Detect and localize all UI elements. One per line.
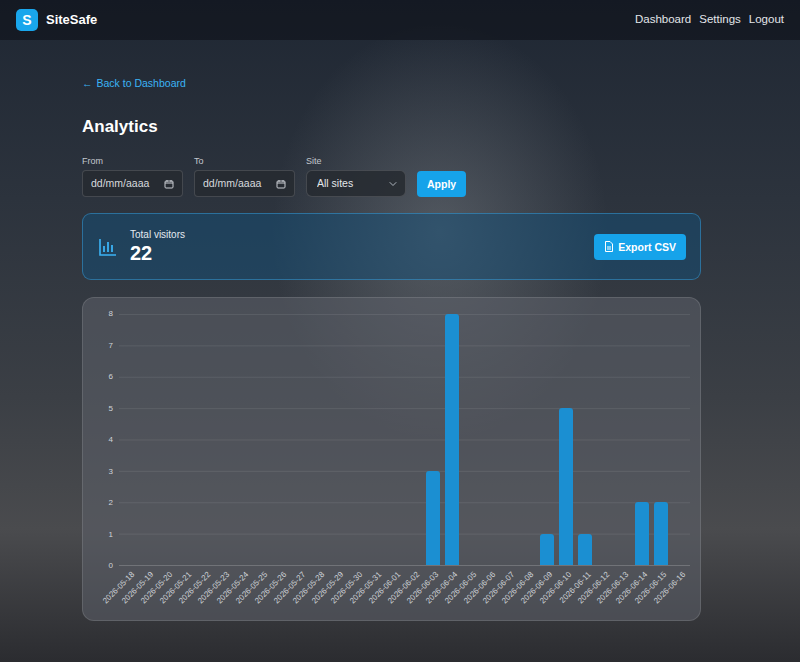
visitor-bar	[559, 408, 573, 565]
bar-slot	[538, 314, 557, 565]
filter-bar: From To Site All sites Apply	[82, 156, 701, 197]
bar-slot	[138, 314, 157, 565]
bar-slot	[500, 314, 519, 565]
calendar-icon[interactable]	[276, 179, 286, 189]
bar-slot	[633, 314, 652, 565]
bar-slot	[366, 314, 385, 565]
bar-slot	[595, 314, 614, 565]
visitor-bar	[635, 502, 649, 565]
logo-icon: S	[16, 9, 38, 31]
summary-value: 22	[130, 241, 185, 265]
y-axis: 0 1 2 3 4 5 6 7 8	[91, 308, 119, 572]
bar-slot	[290, 314, 309, 565]
y-tick: 5	[91, 403, 113, 415]
bar-slot	[557, 314, 576, 565]
from-label: From	[82, 156, 183, 167]
export-button[interactable]: Export CSV	[594, 234, 686, 260]
nav-link[interactable]: Logout	[749, 11, 784, 28]
bar-slot	[157, 314, 176, 565]
brand-name: SiteSafe	[46, 10, 97, 30]
y-tick: 3	[91, 466, 113, 478]
from-filter: From	[82, 156, 183, 197]
x-tick: 2026-06-16	[671, 566, 690, 610]
bar-slot	[576, 314, 595, 565]
bar-slot	[519, 314, 538, 565]
bar-slot	[404, 314, 423, 565]
bar-slot	[347, 314, 366, 565]
arrow-left-icon: ←	[82, 76, 93, 90]
bar-chart-icon	[98, 237, 118, 257]
bar-slot	[119, 314, 138, 565]
to-label: To	[194, 156, 295, 167]
back-link[interactable]: ← Back to Dashboard	[82, 76, 186, 90]
bar-slot	[328, 314, 347, 565]
bar-slot	[671, 314, 690, 565]
y-tick: 1	[91, 529, 113, 541]
bar-slot	[481, 314, 500, 565]
visitor-bar	[578, 534, 592, 565]
brand[interactable]: S SiteSafe	[16, 9, 97, 31]
plot-area	[119, 314, 690, 566]
analytics-page: ← Back to Dashboard Analytics From To Si…	[82, 40, 701, 621]
to-field[interactable]	[194, 170, 295, 197]
export-label: Export CSV	[618, 240, 676, 254]
bar-slot	[195, 314, 214, 565]
bar-slot	[252, 314, 271, 565]
file-icon	[604, 241, 614, 252]
nav-link[interactable]: Settings	[699, 11, 741, 28]
bar-slot	[462, 314, 481, 565]
back-label: Back to Dashboard	[97, 76, 186, 90]
visitor-bar	[426, 471, 440, 565]
bar-slot	[652, 314, 671, 565]
bar-slot	[309, 314, 328, 565]
y-tick: 0	[91, 560, 113, 572]
nav-links: Dashboard Settings Logout	[635, 11, 784, 28]
calendar-icon[interactable]	[164, 179, 174, 189]
from-field[interactable]	[82, 170, 183, 197]
visitor-bar	[654, 502, 668, 565]
visitor-bar	[445, 314, 459, 565]
bar-slot	[214, 314, 233, 565]
site-select[interactable]: All sites	[306, 170, 406, 197]
to-input[interactable]	[203, 176, 272, 192]
to-filter: To	[194, 156, 295, 197]
summary-label: Total visitors	[130, 229, 185, 241]
page-title: Analytics	[82, 116, 701, 138]
y-tick: 2	[91, 497, 113, 509]
bar-slot	[424, 314, 443, 565]
apply-button[interactable]: Apply	[417, 171, 466, 197]
bar-slot	[443, 314, 462, 565]
nav-link[interactable]: Dashboard	[635, 11, 691, 28]
visitors-chart: 0 1 2 3 4 5 6 7 8 2026-05-182026-05-192026-05-20…	[82, 297, 701, 621]
bar-slot	[614, 314, 633, 565]
site-filter: Site All sites	[306, 156, 406, 197]
y-tick: 6	[91, 371, 113, 383]
y-tick: 7	[91, 340, 113, 352]
site-label: Site	[306, 156, 406, 167]
from-input[interactable]	[91, 176, 160, 192]
x-axis: 2026-05-182026-05-192026-05-202026-05-21…	[119, 566, 690, 610]
bar-slot	[385, 314, 404, 565]
y-tick: 8	[91, 308, 113, 320]
bar-slot	[176, 314, 195, 565]
top-navbar: S SiteSafe Dashboard Settings Logout	[0, 0, 800, 40]
visitor-bar	[540, 534, 554, 565]
bar-slot	[233, 314, 252, 565]
y-tick: 4	[91, 434, 113, 446]
summary-card: Total visitors 22 Export CSV	[82, 213, 701, 280]
bar-slot	[271, 314, 290, 565]
